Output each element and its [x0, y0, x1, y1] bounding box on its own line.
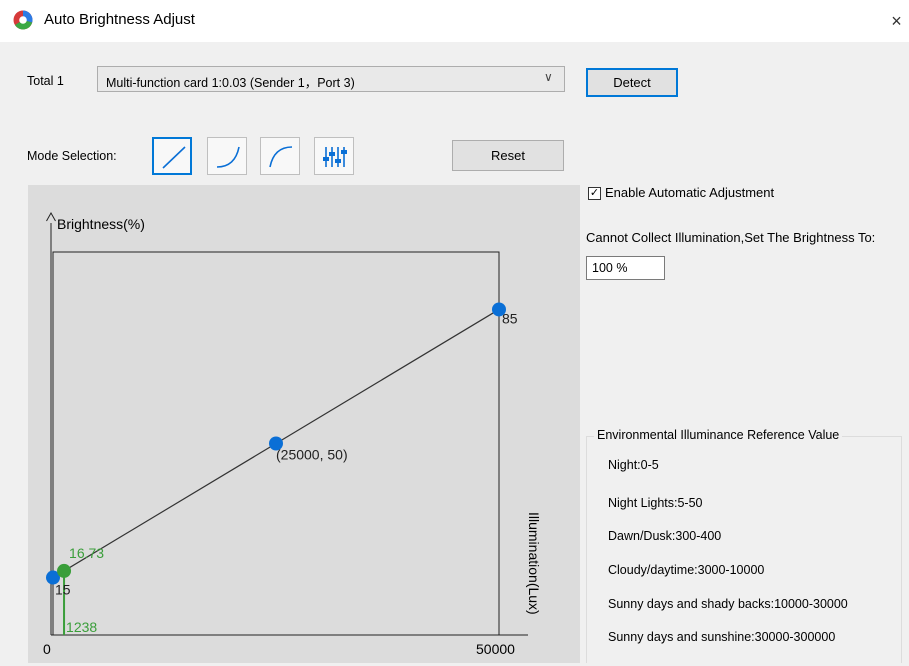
reset-button[interactable]: Reset: [452, 140, 564, 171]
mode-linear-button[interactable]: [152, 137, 192, 175]
linear-curve-icon: [162, 146, 186, 169]
brightness-chart: Brightness(%) Illumination(Lux) 0 50000 …: [28, 185, 580, 663]
card-select[interactable]: Multi-function card 1:0.03 (Sender 1，Por…: [97, 66, 565, 92]
enable-auto-adjust-checkbox[interactable]: ✓: [588, 187, 601, 200]
mode-selection-label: Mode Selection:: [27, 149, 117, 163]
reference-item: Sunny days and shady backs:10000-30000: [608, 597, 848, 611]
data-point-label: 15: [55, 582, 71, 598]
convex-curve-icon: [269, 146, 293, 168]
marker-x-label: 1238: [66, 619, 97, 635]
mode-custom-button[interactable]: [314, 137, 354, 175]
mode-convex-button[interactable]: [260, 137, 300, 175]
data-point-label: (25000, 50): [276, 447, 348, 463]
fallback-brightness-input[interactable]: 100 %: [586, 256, 665, 280]
app-icon: [13, 10, 33, 30]
marker-point: [57, 563, 72, 578]
y-axis-label: Brightness(%): [57, 216, 145, 232]
card-select-value: Multi-function card 1:0.03 (Sender 1，Por…: [106, 76, 355, 90]
reference-item: Night:0-5: [608, 458, 659, 472]
concave-curve-icon: [216, 146, 240, 168]
reference-item: Dawn/Dusk:300-400: [608, 529, 722, 543]
chart-svg: Brightness(%) Illumination(Lux) 0 50000 …: [43, 211, 542, 657]
x-tick-label-max: 50000: [476, 641, 515, 657]
reference-item: Cloudy/daytime:3000-10000: [608, 563, 765, 577]
fallback-brightness-value: 100 %: [592, 261, 628, 275]
detect-button[interactable]: Detect: [586, 68, 678, 97]
close-icon: ×: [891, 11, 902, 31]
mode-concave-button[interactable]: [207, 137, 247, 175]
chevron-down-icon: ∨: [544, 70, 553, 84]
total-label: Total 1: [27, 74, 64, 88]
reference-title: Environmental Illuminance Reference Valu…: [594, 428, 843, 442]
fallback-brightness-label: Cannot Collect Illumination,Set The Brig…: [586, 230, 876, 245]
window-title: Auto Brightness Adjust: [44, 11, 195, 28]
custom-sliders-icon: [323, 147, 347, 167]
x-tick-label-0: 0: [43, 641, 51, 657]
x-axis-label: Illumination(Lux): [526, 512, 542, 615]
title-bar: Auto Brightness Adjust ×: [0, 0, 909, 42]
marker-value-label: 16.73: [69, 545, 104, 561]
close-button[interactable]: ×: [884, 8, 909, 34]
reference-item: Night Lights:5-50: [608, 496, 703, 510]
reference-item: Sunny days and sunshine:30000-300000: [608, 630, 836, 644]
data-point-label: 85: [502, 310, 518, 326]
enable-auto-adjust-label: Enable Automatic Adjustment: [605, 185, 775, 200]
